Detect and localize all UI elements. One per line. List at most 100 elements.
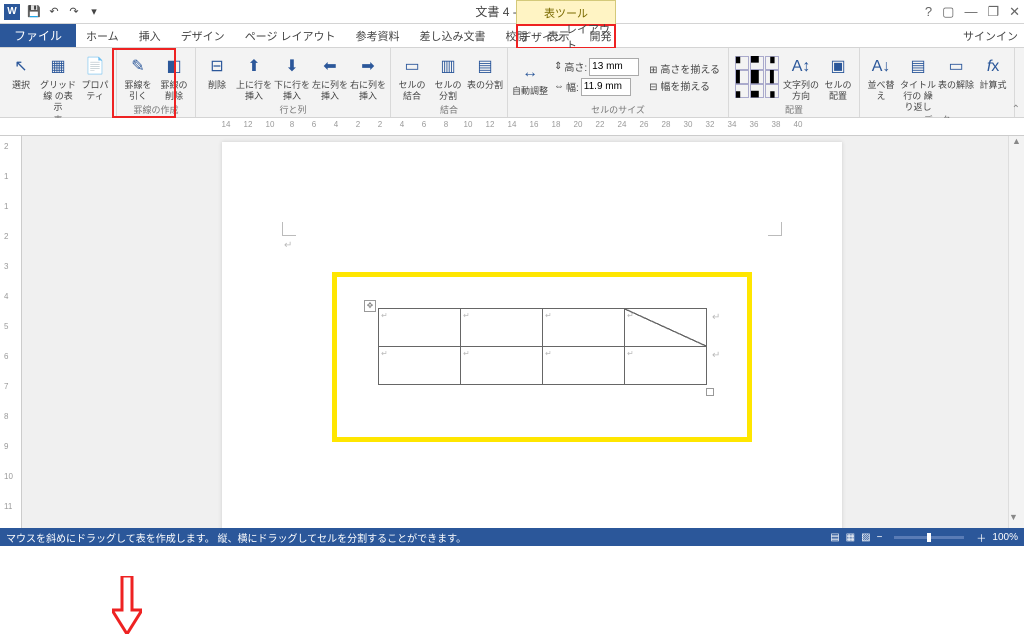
convert-to-text-button[interactable]: ▭表の解除 bbox=[938, 50, 974, 113]
ribbon-tabs: 表ツール ファイル ホーム 挿入 デザイン ページ レイアウト 参考資料 差し込… bbox=[0, 24, 1024, 48]
document-table[interactable]: ↵↵↵↵ ↵↵↵↵ bbox=[378, 308, 707, 385]
align-tr-button[interactable]: ▝ bbox=[765, 56, 779, 70]
collapse-ribbon-icon[interactable]: ⌃ bbox=[1012, 104, 1020, 115]
ribbon-display-icon[interactable]: ▢ bbox=[942, 4, 954, 20]
align-bc-button[interactable]: ▄ bbox=[750, 84, 764, 98]
delete-button[interactable]: ⊟削除 bbox=[200, 50, 234, 103]
sign-in-link[interactable]: サインイン bbox=[963, 24, 1018, 48]
autofit-icon: ↔ bbox=[518, 60, 542, 84]
text-direction-icon: A↕ bbox=[789, 54, 813, 78]
formula-button[interactable]: fx計算式 bbox=[976, 50, 1010, 113]
minimize-icon[interactable]: — bbox=[964, 4, 977, 19]
tab-design[interactable]: デザイン bbox=[171, 24, 235, 47]
paragraph-mark: ↵ bbox=[284, 240, 292, 251]
vertical-ruler[interactable]: 211234567891011 bbox=[0, 136, 22, 528]
insert-right-button[interactable]: ➡右に列を 挿入 bbox=[350, 50, 386, 103]
draw-border-button[interactable]: ✎罫線を 引く bbox=[121, 50, 155, 103]
group-rows-cols: ⊟削除 ⬆上に行を 挿入 ⬇下に行を 挿入 ⬅左に列を 挿入 ➡右に列を 挿入 … bbox=[196, 48, 391, 117]
horizontal-ruler[interactable]: 1412108642246810121416182022242628303234… bbox=[0, 118, 1024, 136]
align-mc-button[interactable]: █ bbox=[750, 70, 764, 84]
tab-table-layout[interactable]: レイアウト bbox=[566, 26, 614, 47]
insert-left-button[interactable]: ⬅左に列を 挿入 bbox=[312, 50, 348, 103]
restore-icon[interactable]: ❐ bbox=[987, 4, 999, 20]
table-row: ↵↵↵↵ bbox=[379, 309, 707, 347]
paragraph-mark: ↵ bbox=[712, 312, 720, 323]
view-print-icon[interactable]: ▦ bbox=[846, 532, 855, 543]
sort-icon: A↓ bbox=[869, 54, 893, 78]
insert-above-button[interactable]: ⬆上に行を 挿入 bbox=[236, 50, 272, 103]
tab-page-layout[interactable]: ページ レイアウト bbox=[235, 24, 346, 47]
status-bar: マウスを斜めにドラッグして表を作成します。 縦、横にドラッグしてセルを分割するこ… bbox=[0, 528, 1024, 546]
save-icon[interactable]: 💾 bbox=[24, 2, 44, 22]
split-table-button[interactable]: ▤表の分割 bbox=[467, 50, 503, 103]
vertical-scrollbar[interactable]: ▲ ▼ bbox=[1008, 136, 1024, 528]
group-label: 行と列 bbox=[200, 103, 386, 117]
align-br-button[interactable]: ▗ bbox=[765, 84, 779, 98]
distribute-rows-button[interactable]: ⊞ 高さを揃える bbox=[649, 61, 720, 76]
merge-icon: ▭ bbox=[400, 54, 424, 78]
group-draw: ✎罫線を 引く ◧罫線の 削除 罫線の作成 bbox=[117, 48, 196, 117]
align-mr-button[interactable]: ▐ bbox=[765, 70, 779, 84]
align-bl-button[interactable]: ▖ bbox=[735, 84, 749, 98]
distribute-cols-button[interactable]: ⊟ 幅を揃える bbox=[649, 78, 720, 93]
group-label: 結合 bbox=[395, 103, 503, 117]
sort-button[interactable]: A↓並べ替え bbox=[864, 50, 898, 113]
merge-cells-button[interactable]: ▭セルの 結合 bbox=[395, 50, 429, 103]
close-icon[interactable]: ✕ bbox=[1009, 4, 1020, 20]
zoom-out-button[interactable]: − bbox=[877, 532, 883, 543]
table-move-handle[interactable]: ✥ bbox=[364, 300, 376, 312]
properties-icon: 📄 bbox=[83, 54, 107, 78]
split-icon: ▥ bbox=[436, 54, 460, 78]
autofit-button[interactable]: ↔自動調整 bbox=[512, 56, 548, 97]
width-text: 幅: bbox=[566, 79, 579, 94]
app-icon: W bbox=[4, 4, 20, 20]
undo-icon[interactable]: ↶ bbox=[44, 2, 64, 22]
zoom-level[interactable]: 100% bbox=[992, 532, 1018, 543]
eraser-button[interactable]: ◧罫線の 削除 bbox=[157, 50, 191, 103]
width-label: ⇔ bbox=[554, 81, 564, 92]
status-message: マウスを斜めにドラッグして表を作成します。 縦、横にドラッグしてセルを分割するこ… bbox=[6, 530, 466, 545]
redo-icon[interactable]: ↷ bbox=[64, 2, 84, 22]
document-area: 211234567891011 ↵ ✥ ↵↵↵↵ ↵↵↵↵ ↵ ↵ ▲ ▼ bbox=[0, 136, 1024, 528]
repeat-header-button[interactable]: ▤タイトル行の 繰り返し bbox=[900, 50, 936, 113]
delete-icon: ⊟ bbox=[205, 54, 229, 78]
insert-left-icon: ⬅ bbox=[318, 54, 342, 78]
help-icon[interactable]: ? bbox=[925, 4, 932, 19]
align-tl-button[interactable]: ▘ bbox=[735, 56, 749, 70]
group-label: セルのサイズ bbox=[512, 103, 724, 117]
align-tc-button[interactable]: ▀ bbox=[750, 56, 764, 70]
insert-right-icon: ➡ bbox=[356, 54, 380, 78]
document-canvas[interactable]: ↵ ✥ ↵↵↵↵ ↵↵↵↵ ↵ ↵ ▲ ▼ bbox=[22, 136, 1024, 528]
group-merge: ▭セルの 結合 ▥セルの 分割 ▤表の分割 結合 bbox=[391, 48, 508, 117]
scroll-up-icon[interactable]: ▲ bbox=[1009, 136, 1024, 152]
align-ml-button[interactable]: ▌ bbox=[735, 70, 749, 84]
ribbon: ↖選択 ▦グリッド線 の表示 📄プロパティ 表 ✎罫線を 引く ◧罫線の 削除 … bbox=[0, 48, 1024, 118]
view-web-icon[interactable]: ▨ bbox=[861, 532, 870, 543]
scroll-down-icon[interactable]: ▼ bbox=[1009, 512, 1018, 528]
margin-corner bbox=[282, 222, 296, 236]
tab-home[interactable]: ホーム bbox=[76, 24, 129, 47]
col-width-input[interactable] bbox=[581, 78, 631, 96]
insert-below-button[interactable]: ⬇下に行を 挿入 bbox=[274, 50, 310, 103]
annotation-red-box-tabs: デザイン レイアウト bbox=[516, 24, 616, 49]
view-gridlines-button[interactable]: ▦グリッド線 の表示 bbox=[40, 50, 76, 113]
cell-margins-button[interactable]: ▣セルの 配置 bbox=[821, 50, 855, 103]
view-read-icon[interactable]: ▤ bbox=[830, 532, 839, 543]
select-button[interactable]: ↖選択 bbox=[4, 50, 38, 113]
tab-references[interactable]: 参考資料 bbox=[346, 24, 410, 47]
zoom-in-button[interactable]: ＋ bbox=[976, 530, 986, 545]
properties-button[interactable]: 📄プロパティ bbox=[78, 50, 112, 113]
tab-table-design[interactable]: デザイン bbox=[518, 26, 566, 47]
paragraph-mark: ↵ bbox=[712, 350, 720, 361]
table-row: ↵↵↵↵ bbox=[379, 347, 707, 385]
split-cells-button[interactable]: ▥セルの 分割 bbox=[431, 50, 465, 103]
tab-file[interactable]: ファイル bbox=[0, 24, 76, 47]
row-height-input[interactable] bbox=[589, 58, 639, 76]
tab-mailings[interactable]: 差し込み文書 bbox=[410, 24, 496, 47]
tab-insert[interactable]: 挿入 bbox=[129, 24, 171, 47]
text-direction-button[interactable]: A↕文字列の 方向 bbox=[783, 50, 819, 103]
zoom-slider[interactable] bbox=[894, 536, 964, 539]
qat-more-icon[interactable]: ▾ bbox=[84, 2, 104, 22]
table-resize-handle[interactable] bbox=[706, 388, 714, 396]
margins-icon: ▣ bbox=[826, 54, 850, 78]
